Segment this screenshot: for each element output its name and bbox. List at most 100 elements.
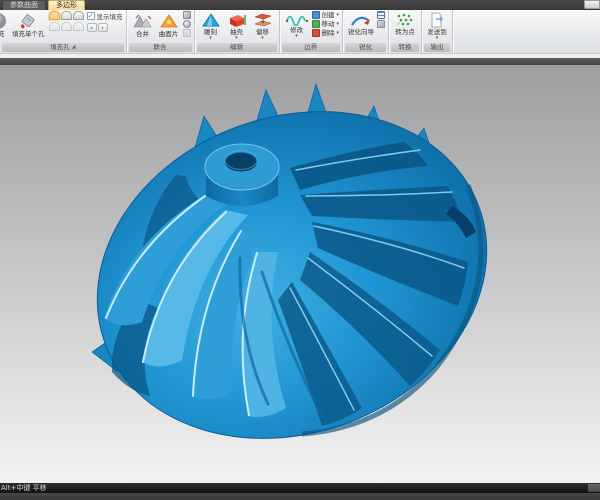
- boundary-modify-button[interactable]: 修改 ▾: [283, 11, 311, 39]
- group-convert-body: 转为点: [390, 10, 420, 43]
- to-points-label: 转为点: [395, 29, 415, 36]
- show-fill-label: 显示填充: [97, 11, 123, 21]
- group-label-output-text: 输出: [431, 43, 444, 52]
- hole-type-curvature-icon[interactable]: [49, 11, 60, 20]
- boundary-create-button[interactable]: 创建 ▾: [312, 11, 340, 19]
- boundary-delete-caret-icon: ▾: [337, 31, 340, 35]
- group-label-combine: 联合: [129, 43, 192, 52]
- group-label-sharpen-text: 锐化: [359, 43, 372, 52]
- sharpen-wizard-button[interactable]: 锐化向导: [346, 11, 376, 37]
- boundary-create-label: 创建: [322, 11, 335, 19]
- impeller-dark-channels: [112, 142, 476, 426]
- patch-button[interactable]: 曲面片: [156, 11, 182, 39]
- group-fill-holes: 填充 填充单个孔: [0, 10, 127, 53]
- combine-extra-icon-3[interactable]: [183, 29, 191, 37]
- boundary-create-icon: [312, 11, 320, 19]
- boundary-delete-button[interactable]: 删除 ▾: [312, 29, 340, 37]
- boundary-move-button[interactable]: 移动 ▾: [312, 20, 340, 28]
- boundary-move-caret-icon: ▾: [337, 22, 340, 26]
- group-edit: 雕刻 ▾ 抽壳 ▾ 偏移 ▾: [195, 10, 280, 53]
- impeller-bore-hole: [225, 153, 257, 172]
- offset-button[interactable]: 偏移 ▾: [250, 11, 276, 41]
- fill-mode-bridge-icon[interactable]: [73, 22, 84, 31]
- to-points-button[interactable]: 转为点: [392, 11, 418, 37]
- merge-button[interactable]: 合并: [130, 11, 156, 39]
- combine-extra-icon-2[interactable]: [183, 20, 191, 28]
- prev-hole-button[interactable]: ‹: [87, 23, 97, 32]
- sculpt-caret-icon[interactable]: ▾: [209, 36, 212, 40]
- fill-all-button[interactable]: 填充: [0, 11, 10, 39]
- group-label-boundary-text: 边界: [304, 43, 317, 52]
- viewport-3d[interactable]: [0, 65, 600, 483]
- merge-label: 合并: [136, 31, 149, 38]
- dialog-launcher-icon[interactable]: ◢: [72, 45, 76, 50]
- group-output: 发送到 ▾ 输出: [422, 10, 453, 53]
- group-combine: 合并 曲面片 联合: [127, 10, 195, 53]
- impeller-hub: [205, 144, 279, 206]
- sharpen-extra-icon-1[interactable]: [377, 11, 385, 19]
- shell-caret-icon[interactable]: ▾: [235, 36, 238, 40]
- boundary-move-label: 移动: [322, 20, 335, 28]
- hole-type-flat-icon[interactable]: [73, 11, 84, 20]
- group-boundary: 修改 ▾ 创建 ▾ 移动 ▾ 删除 ▾: [280, 10, 344, 53]
- impeller-model: [0, 65, 600, 483]
- group-sharpen: 锐化向导 锐化: [343, 10, 389, 53]
- group-label-sharpen: 锐化: [345, 43, 386, 52]
- boundary-modify-icon: [285, 12, 309, 26]
- group-label-output: 输出: [424, 43, 450, 52]
- impeller-highlights: [106, 196, 257, 415]
- status-hint: Alt+中键 平移: [1, 484, 47, 492]
- hole-type-tangent-icon[interactable]: [61, 11, 72, 20]
- boundary-modify-caret-icon[interactable]: ▾: [295, 34, 298, 38]
- ribbon: 填充 填充单个孔: [0, 10, 600, 54]
- fill-all-icon: [0, 12, 8, 30]
- send-to-button[interactable]: 发送到 ▾: [425, 11, 449, 41]
- hole-type-row-1: [49, 11, 84, 20]
- sculpt-button[interactable]: 雕刻 ▾: [198, 11, 224, 41]
- impeller-blade-tips: [92, 84, 438, 372]
- group-combine-body: 合并 曲面片: [128, 10, 193, 43]
- tab-polygons[interactable]: 多边形: [48, 0, 85, 10]
- shell-icon: [226, 12, 248, 28]
- resize-grip[interactable]: [588, 484, 600, 492]
- hole-options-column: ✓ 显示填充 ‹ ›: [87, 11, 123, 32]
- group-fill-holes-body: 填充 填充单个孔: [1, 10, 125, 43]
- group-sharpen-body: 锐化向导: [344, 10, 387, 43]
- merge-icon: [132, 12, 154, 30]
- tab-parametric-surface[interactable]: 参数曲面: [3, 1, 45, 10]
- send-to-icon: [427, 12, 447, 28]
- sharpen-wizard-label: 锐化向导: [348, 29, 374, 36]
- show-fill-checkbox[interactable]: ✓: [87, 12, 95, 20]
- offset-caret-icon[interactable]: ▾: [261, 36, 264, 40]
- impeller-disc: [51, 65, 533, 483]
- group-boundary-body: 修改 ▾ 创建 ▾ 移动 ▾ 删除 ▾: [281, 10, 342, 43]
- group-convert: 转为点 转换: [389, 10, 422, 53]
- show-fill-row: ✓ 显示填充: [87, 11, 123, 21]
- bottom-bar: [0, 493, 600, 500]
- corner-button[interactable]: [584, 0, 600, 9]
- viewport-top-band: [0, 58, 600, 65]
- combine-extra-tools: [183, 11, 191, 37]
- fill-mode-complete-icon[interactable]: [49, 22, 60, 31]
- sharpen-extra-icon-2[interactable]: [377, 20, 385, 28]
- fill-all-label: 填充: [0, 31, 5, 38]
- boundary-small-buttons: 创建 ▾ 移动 ▾ 删除 ▾: [312, 11, 340, 37]
- group-edit-body: 雕刻 ▾ 抽壳 ▾ 偏移 ▾: [196, 10, 278, 43]
- to-points-icon: [394, 12, 416, 28]
- boundary-move-icon: [312, 20, 320, 28]
- boundary-delete-label: 删除: [322, 29, 335, 37]
- impeller-blade-shadow-lines: [240, 258, 322, 416]
- combine-extra-icon-1[interactable]: [183, 11, 191, 19]
- hole-nav-row: ‹ ›: [87, 23, 123, 32]
- group-label-combine-text: 联合: [154, 43, 167, 52]
- fill-mode-partial-icon[interactable]: [61, 22, 72, 31]
- group-output-body: 发送到 ▾: [423, 10, 451, 43]
- send-to-caret-icon[interactable]: ▾: [436, 36, 439, 40]
- group-label-fill-holes: 填充孔 ◢: [2, 43, 124, 52]
- status-bar: Alt+中键 平移: [0, 483, 600, 493]
- group-label-edit: 编辑: [197, 43, 277, 52]
- sharpen-wizard-icon: [349, 12, 373, 28]
- next-hole-button[interactable]: ›: [98, 23, 108, 32]
- fill-single-hole-button[interactable]: 填充单个孔: [10, 11, 47, 39]
- shell-button[interactable]: 抽壳 ▾: [224, 11, 250, 41]
